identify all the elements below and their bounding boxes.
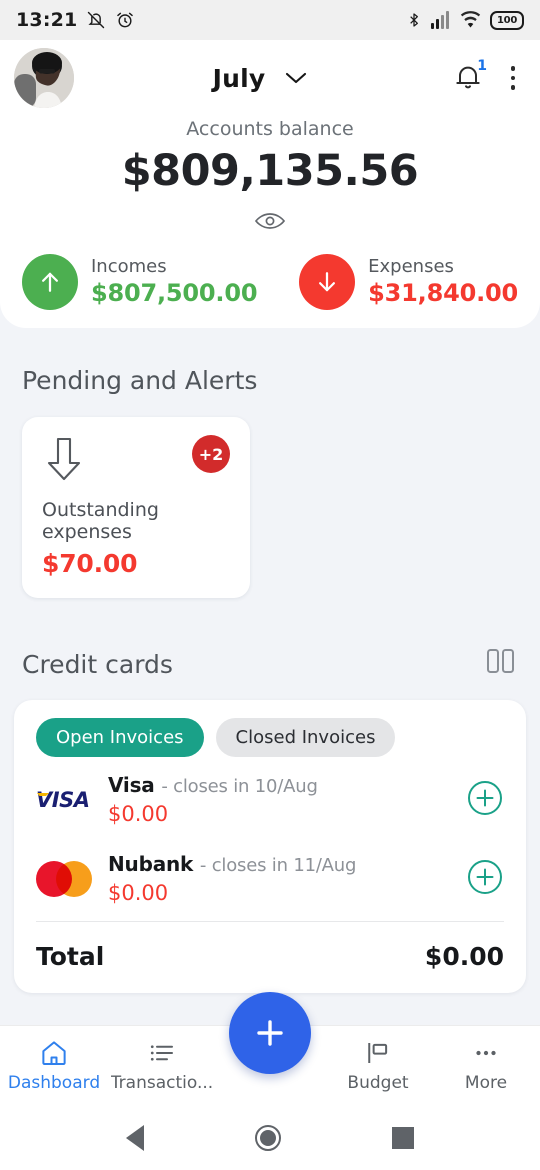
month-label: July [212, 63, 266, 93]
expenses-label: Expenses [368, 255, 454, 277]
bluetooth-icon [410, 13, 418, 27]
visa-brand: Visa [108, 773, 155, 797]
balance-amount: $809,135.56 [121, 146, 419, 196]
credit-cards-card: Open Invoices Closed Invoices VISA Visa … [14, 700, 526, 993]
credit-card-row-visa[interactable]: VISA Visa - closes in 10/Aug $0.00 [36, 757, 504, 836]
pending-title: Pending and Alerts [22, 366, 258, 395]
nav-label-transactions: Transactio... [110, 1073, 214, 1093]
incomes-label: Incomes [91, 255, 167, 277]
tab-open-invoices[interactable]: Open Invoices [36, 718, 204, 757]
chevron-down-icon [286, 72, 307, 84]
recents-square-icon[interactable] [392, 1126, 415, 1149]
alerts-row: +2 Outstanding expenses $70.00 [0, 417, 540, 598]
status-bar-left: 13:21 [16, 9, 135, 31]
arrow-up-icon [22, 254, 78, 310]
alarm-icon [117, 12, 134, 28]
home-icon [42, 1041, 66, 1065]
add-transaction-fab[interactable] [229, 992, 311, 1074]
nav-item-dashboard[interactable]: Dashboard [0, 1038, 108, 1093]
android-navigation-bar [0, 1105, 540, 1170]
status-bar: 13:21 100 [0, 0, 540, 40]
mastercard-logo [36, 860, 108, 897]
visa-closing: - closes in 10/Aug [161, 776, 318, 797]
balance-label: Accounts balance [186, 118, 354, 140]
kebab-menu-icon[interactable] [500, 61, 526, 95]
nubank-closing: - closes in 11/Aug [199, 855, 357, 876]
nav-item-more[interactable]: More [432, 1038, 540, 1093]
incomes-amount: $807,500.00 [91, 279, 258, 308]
mute-icon [88, 11, 105, 29]
list-icon [150, 1045, 173, 1061]
plus-icon [257, 1020, 283, 1046]
wifi-icon [460, 11, 481, 28]
credit-card-row-nubank[interactable]: Nubank - closes in 11/Aug $0.00 [36, 836, 504, 915]
nav-label-dashboard: Dashboard [7, 1073, 101, 1093]
pending-section-header: Pending and Alerts [0, 366, 540, 395]
arrow-down-icon [299, 254, 356, 310]
alert-card-top: +2 [42, 435, 230, 487]
visa-title: Visa - closes in 10/Aug [108, 773, 466, 797]
visa-logo: VISA [36, 787, 108, 813]
cellular-signal-icon [431, 11, 449, 29]
alert-label: Outstanding expenses [42, 499, 159, 543]
back-triangle-icon[interactable] [125, 1124, 144, 1151]
add-visa-expense-button[interactable] [466, 779, 504, 821]
tab-closed-invoices[interactable]: Closed Invoices [215, 718, 396, 757]
battery-indicator: 100 [490, 10, 524, 30]
svg-text:VISA: VISA [36, 788, 89, 812]
nubank-amount: $0.00 [108, 881, 169, 905]
app-screen: 13:21 100 July 1 Accounts balance $809,1… [0, 0, 540, 1170]
nubank-title: Nubank - closes in 11/Aug [108, 852, 466, 876]
add-nubank-expense-button[interactable] [466, 858, 504, 900]
incomes-summary[interactable]: Incomes $807,500.00 [22, 254, 270, 310]
invoice-tabs: Open Invoices Closed Invoices [36, 718, 504, 757]
visa-amount: $0.00 [108, 802, 169, 826]
expenses-amount: $31,840.00 [368, 279, 518, 308]
nubank-brand: Nubank [108, 852, 194, 876]
flag-icon [368, 1043, 388, 1063]
avatar[interactable] [14, 48, 74, 108]
credit-cards-total-row: Total $0.00 [36, 922, 504, 993]
home-circle-icon[interactable] [254, 1124, 281, 1151]
eye-icon [254, 213, 286, 229]
nav-label-budget: Budget [347, 1073, 409, 1093]
total-label: Total [36, 942, 105, 971]
ellipsis-icon [476, 1050, 496, 1056]
month-selector[interactable]: July [70, 64, 452, 93]
expenses-summary[interactable]: Expenses $31,840.00 [270, 254, 518, 310]
nav-item-transactions[interactable]: Transactio... [108, 1038, 216, 1093]
alert-card-outstanding-expenses[interactable]: +2 Outstanding expenses $70.00 [22, 417, 250, 598]
columns-view-icon[interactable] [484, 644, 518, 684]
nav-label-more: More [464, 1073, 508, 1093]
notifications-button[interactable]: 1 [452, 58, 487, 95]
balance-visibility-toggle[interactable] [0, 210, 540, 232]
alert-count-badge: +2 [192, 435, 230, 473]
arrow-down-outline-icon [47, 437, 81, 481]
app-bar: July 1 [0, 40, 540, 116]
total-value: $0.00 [424, 942, 504, 971]
app-bar-actions: 1 [452, 58, 526, 95]
notification-badge: 1 [477, 58, 487, 74]
credit-cards-title: Credit cards [22, 649, 173, 679]
nav-item-budget[interactable]: Budget [324, 1038, 432, 1093]
nubank-info: Nubank - closes in 11/Aug $0.00 [108, 852, 466, 905]
visa-info: Visa - closes in 10/Aug $0.00 [108, 773, 466, 826]
credit-cards-section-header: Credit cards [0, 644, 540, 684]
alert-amount: $70.00 [42, 549, 138, 578]
totals-row: Incomes $807,500.00 Expenses $31,840.00 [0, 254, 540, 316]
status-time: 13:21 [16, 9, 78, 31]
balance-card: July 1 Accounts balance $809,135.56 Inco… [0, 40, 540, 328]
status-bar-right: 100 [406, 10, 524, 30]
